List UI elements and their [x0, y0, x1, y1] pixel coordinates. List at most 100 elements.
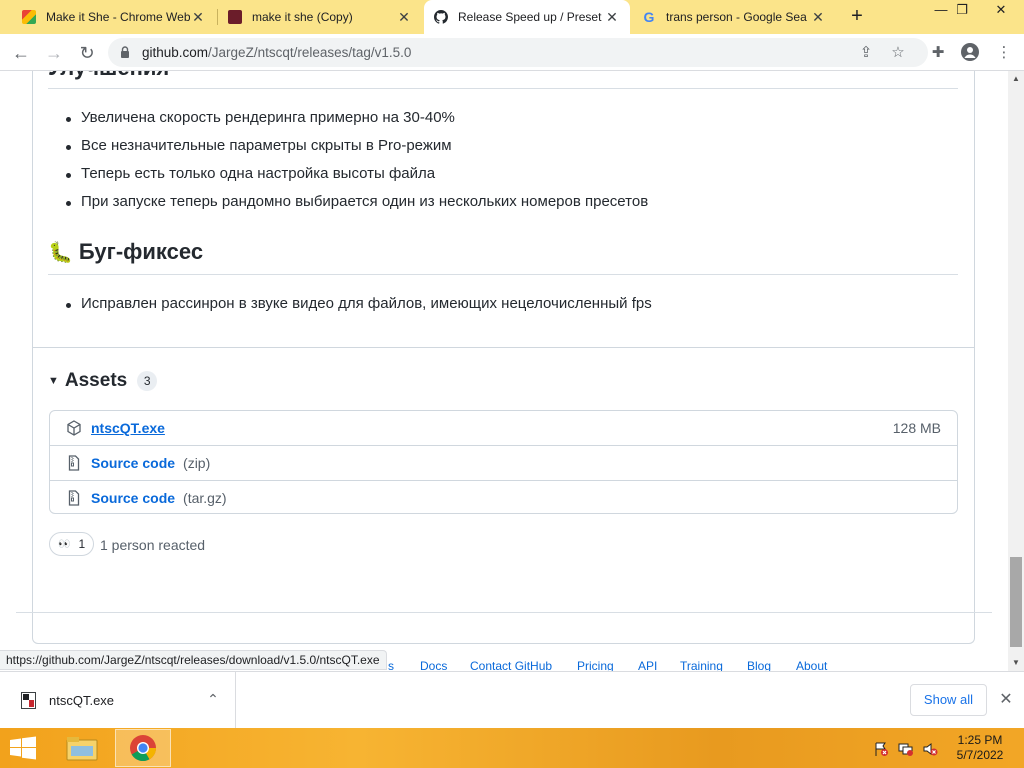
google-icon: G: [643, 9, 655, 25]
tab-title: Release Speed up / Preset: [458, 10, 602, 24]
tab-make-it-she-copy[interactable]: make it she (Copy) ✕: [218, 0, 422, 34]
list-item: Исправлен рассинрон в звуке видео для фа…: [66, 295, 652, 312]
tab-title: trans person - Google Sea: [666, 10, 807, 24]
reload-icon[interactable]: ↻: [75, 41, 99, 65]
assets-toggle[interactable]: ▼ Assets 3: [48, 370, 158, 392]
reaction-count: 1: [78, 537, 86, 551]
url-path: /JargeZ/ntscqt/releases/tag/v1.5.0: [208, 45, 412, 60]
scrollbar-thumb[interactable]: [1010, 557, 1022, 647]
extensions-puzzle-icon[interactable]: ✚: [928, 43, 948, 63]
windows-taskbar: 1:25 PM 5/7/2022: [0, 728, 1024, 768]
chrome-web-store-icon: [22, 10, 36, 24]
heading-rule: [48, 88, 958, 89]
list-item: Теперь есть только одна настройка высоты…: [65, 165, 436, 182]
list-item: Увеличена скорость рендеринга примерно н…: [66, 109, 455, 126]
source-code-targz-link[interactable]: Source code: [91, 490, 175, 506]
show-all-downloads-button[interactable]: Show all: [910, 684, 987, 716]
close-tab-icon[interactable]: ✕: [810, 9, 826, 26]
footer-link-partial[interactable]: s: [388, 659, 394, 671]
taskbar-clock[interactable]: 1:25 PM 5/7/2022: [950, 733, 1010, 763]
footer-link-training[interactable]: Training: [680, 659, 723, 671]
download-item[interactable]: ntscQT.exe ⌃: [0, 672, 236, 728]
chrome-taskbar-button[interactable]: [115, 729, 171, 767]
tab-title: make it she (Copy): [252, 10, 353, 24]
list-item: Все незначительные параметры скрыты в Pr…: [66, 137, 452, 154]
forward-arrow-icon[interactable]: →: [42, 41, 66, 65]
lock-icon: [121, 46, 129, 58]
asset-size: 128 MB: [892, 420, 941, 436]
footer-link-pricing[interactable]: Pricing: [577, 659, 614, 671]
file-explorer-taskbar-button[interactable]: [54, 729, 110, 767]
action-center-flag-icon[interactable]: [873, 741, 889, 757]
source-code-zip-link[interactable]: Source code: [91, 455, 175, 471]
asset-extension: (zip): [183, 454, 211, 471]
reaction-summary: 1 person reacted: [100, 537, 206, 553]
new-tab-button[interactable]: +: [846, 5, 868, 27]
browser-toolbar: ← → ↻ github.com/JargeZ/ntscqt/releases/…: [0, 34, 1024, 71]
tab-strip: Make it She - Chrome Web ✕ make it she (…: [0, 0, 1024, 34]
status-bar-url: https://github.com/JargeZ/ntscqt/release…: [0, 650, 387, 670]
footer-link-about[interactable]: About: [796, 659, 827, 671]
eyes-emoji-icon: 👀: [58, 538, 71, 550]
close-tab-icon[interactable]: ✕: [604, 9, 620, 26]
tab-title: Make it She - Chrome Web: [46, 10, 190, 24]
tab-make-it-she-web-store[interactable]: Make it She - Chrome Web ✕: [12, 0, 216, 34]
scroll-up-arrow-icon[interactable]: ▲: [1008, 71, 1024, 87]
asset-download-link[interactable]: ntscQT.exe: [91, 420, 165, 436]
clock-date: 5/7/2022: [956, 748, 1004, 762]
section-heading-improvements: Улучшения: [48, 71, 169, 81]
assets-list: ntscQT.exe 128 MB Source code (zip) Sour…: [49, 410, 958, 514]
url-host: github.com: [142, 45, 209, 60]
back-arrow-icon[interactable]: ←: [9, 41, 33, 65]
file-zip-icon: [68, 454, 80, 471]
download-shelf: ntscQT.exe ⌃ Show all ✕: [0, 671, 1024, 728]
windows-start-icon[interactable]: [8, 736, 38, 760]
footer-link-contact[interactable]: Contact GitHub: [470, 659, 552, 671]
asset-row: ntscQT.exe 128 MB: [50, 411, 957, 445]
release-card: [32, 71, 975, 644]
asset-extension: (tar.gz): [183, 489, 227, 506]
card-divider: [33, 347, 974, 348]
close-download-shelf-icon[interactable]: ✕: [996, 690, 1016, 710]
page-scrollbar[interactable]: ▲ ▼: [1008, 71, 1024, 671]
footer-link-docs[interactable]: Docs: [420, 659, 447, 671]
file-zip-icon: [68, 489, 80, 506]
exe-file-icon: [21, 692, 36, 709]
tab-google-search[interactable]: G trans person - Google Sea ✕: [632, 0, 836, 34]
close-window-button[interactable]: ✕: [985, 0, 1017, 22]
address-bar[interactable]: github.com/JargeZ/ntscqt/releases/tag/v1…: [108, 38, 928, 67]
profile-avatar-icon[interactable]: [960, 43, 980, 63]
asset-row: Source code (zip): [50, 445, 957, 479]
tab-release-speed-up[interactable]: Release Speed up / Preset ✕: [424, 0, 630, 34]
bookmark-star-icon[interactable]: ☆: [888, 43, 908, 63]
editor-icon: [228, 10, 242, 24]
section-heading-bugfixes: 🐛 Буг-фиксес: [48, 239, 203, 265]
url-text: github.com/JargeZ/ntscqt/releases/tag/v1…: [142, 45, 411, 60]
reaction-button[interactable]: 👀 1: [49, 532, 95, 556]
section-title: Буг-фиксес: [78, 239, 204, 264]
clock-time: 1:25 PM: [957, 733, 1003, 747]
bug-emoji-icon: 🐛: [48, 241, 73, 264]
asset-row: Source code (tar.gz): [50, 480, 957, 514]
close-tab-icon[interactable]: ✕: [396, 9, 412, 26]
share-icon[interactable]: ⇪: [856, 43, 876, 63]
scroll-down-arrow-icon[interactable]: ▼: [1008, 655, 1024, 671]
package-icon: [67, 420, 81, 436]
network-icon[interactable]: [898, 741, 914, 757]
footer-link-blog[interactable]: Blog: [747, 659, 771, 671]
chevron-up-icon[interactable]: ⌃: [204, 690, 222, 708]
footer-link-api[interactable]: API: [638, 659, 657, 671]
kebab-menu-icon[interactable]: ⋮: [994, 43, 1014, 63]
heading-rule: [48, 274, 958, 275]
footer-divider: [16, 612, 992, 613]
chrome-icon: [130, 735, 157, 762]
volume-muted-icon[interactable]: [922, 741, 938, 757]
assets-count-badge: 3: [137, 371, 158, 391]
github-release-page: Улучшения Увеличена скорость рендеринга …: [0, 71, 1008, 671]
list-item: При запуске теперь рандомно выбирается о…: [65, 193, 649, 210]
folder-icon: [66, 737, 98, 761]
maximize-button[interactable]: ❐: [946, 0, 978, 22]
caret-down-icon: ▼: [48, 375, 59, 387]
download-filename: ntscQT.exe: [49, 693, 115, 708]
close-tab-icon[interactable]: ✕: [190, 9, 206, 26]
